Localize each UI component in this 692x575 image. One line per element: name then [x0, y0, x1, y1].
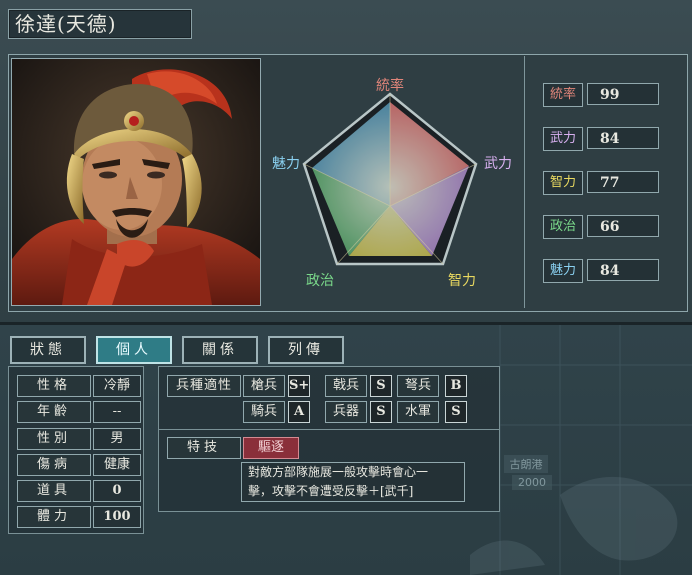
skill-description: 對敵方部隊施展一般攻擊時會心一 擊，攻擊不會遭受反擊＋[武千] — [241, 462, 465, 502]
unit-grade-crossbow: B — [445, 375, 467, 397]
attribute-stats-panel: 統率 99 武力 84 智力 77 政治 66 魅力 84 — [524, 56, 685, 308]
info-label-gender: 性別 — [17, 428, 91, 450]
unit-name-halberd: 戟兵 — [325, 375, 367, 397]
aptitude-title: 兵種適性 — [167, 375, 241, 397]
tab-biography[interactable]: 列傳 — [268, 336, 344, 364]
info-value-item: 0 — [93, 480, 141, 502]
map-number-label: 2000 — [518, 476, 546, 489]
stat-value-charisma: 84 — [587, 259, 659, 281]
info-label-item: 道具 — [17, 480, 91, 502]
skill-title: 特技 — [167, 437, 241, 459]
info-label-age: 年齡 — [17, 401, 91, 423]
skill-name-badge[interactable]: 驅逐 — [243, 437, 299, 459]
radar-label-command: 統率 — [376, 77, 404, 94]
skill-description-line-2: 擊，攻擊不會遭受反擊＋[武千] — [248, 484, 414, 498]
unit-grade-spear: S+ — [288, 375, 310, 397]
radar-label-war: 武力 — [484, 156, 512, 172]
stat-label-politics: 政治 — [543, 215, 583, 239]
stat-label-war: 武力 — [543, 127, 583, 151]
info-label-stamina: 體力 — [17, 506, 91, 528]
info-value-stamina: 100 — [93, 506, 141, 528]
panel-divider — [159, 429, 499, 430]
info-label-personality: 性格 — [17, 375, 91, 397]
info-value-age: -- — [93, 401, 141, 423]
unit-grade-halberd: S — [370, 375, 392, 397]
info-value-injury: 健康 — [93, 454, 141, 476]
stat-label-command: 統率 — [543, 83, 583, 107]
stat-value-war: 84 — [587, 127, 659, 149]
info-value-gender: 男 — [93, 428, 141, 450]
tab-personal[interactable]: 個人 — [96, 336, 172, 364]
unit-name-spear: 槍兵 — [243, 375, 285, 397]
unit-grade-siege: S — [370, 401, 392, 423]
stat-value-command: 99 — [587, 83, 659, 105]
radar-label-politics: 政治 — [306, 273, 334, 289]
radar-label-charisma: 魅力 — [272, 156, 300, 172]
unit-name-crossbow: 弩兵 — [397, 375, 439, 397]
radar-label-intelligence: 智力 — [448, 273, 476, 289]
unit-grade-navy: S — [445, 401, 467, 423]
unit-grade-cavalry: A — [288, 401, 310, 423]
attribute-radar-chart: 統率 武力 智力 政治 魅力 — [262, 56, 520, 308]
portrait-image — [12, 59, 260, 305]
stat-label-intelligence: 智力 — [543, 171, 583, 195]
officer-name: 徐達(天德) — [8, 9, 192, 39]
tab-relations[interactable]: 關係 — [182, 336, 258, 364]
info-value-personality: 冷靜 — [93, 375, 141, 397]
unit-name-navy: 水軍 — [397, 401, 439, 423]
map-place-label: 古朗港 — [510, 458, 543, 471]
officer-portrait — [11, 58, 261, 306]
unit-name-siege: 兵器 — [325, 401, 367, 423]
info-label-injury: 傷病 — [17, 454, 91, 476]
personal-info-panel: 性格 冷靜 年齡 -- 性別 男 傷病 健康 道具 0 體力 100 — [8, 366, 144, 534]
stat-value-politics: 66 — [587, 215, 659, 237]
stat-value-intelligence: 77 — [587, 171, 659, 193]
stat-label-charisma: 魅力 — [543, 259, 583, 283]
tab-status[interactable]: 狀態 — [10, 336, 86, 364]
skill-description-line-1: 對敵方部隊施展一般攻擊時會心一 — [248, 465, 429, 479]
unit-name-cavalry: 騎兵 — [243, 401, 285, 423]
